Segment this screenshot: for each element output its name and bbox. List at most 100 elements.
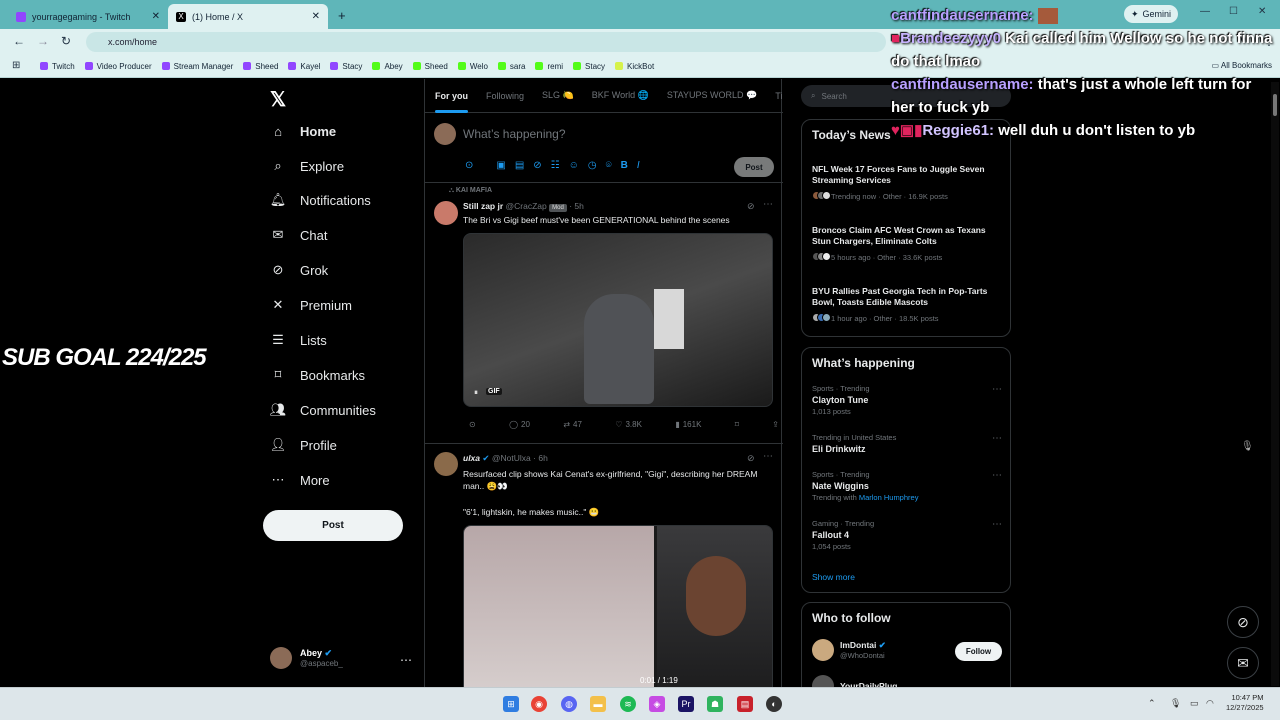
chevron-up-icon[interactable]: ⌃	[1148, 698, 1156, 709]
x-logo-icon[interactable]: 𝕏	[270, 87, 286, 112]
reply-button[interactable]: ◯ 20	[509, 420, 530, 429]
more-icon[interactable]: ⋯	[992, 433, 1002, 444]
bookmark[interactable]: sara	[497, 62, 525, 71]
display-icon[interactable]: ▭	[1190, 698, 1199, 709]
microphone-icon[interactable]: 🎙︎	[1241, 441, 1254, 452]
trend-item[interactable]: Sports · Trending Nate Wiggins Trending …	[812, 470, 1002, 502]
grok-icon[interactable]: ⊙	[465, 160, 473, 171]
repost-button[interactable]: ⇄ 47	[563, 420, 582, 429]
nav-lists[interactable]: ☰ Lists	[270, 332, 327, 348]
more-icon[interactable]: ⋯	[992, 519, 1002, 530]
pause-icon[interactable]: ⏸	[474, 388, 478, 398]
post-button[interactable]: Post	[263, 510, 403, 541]
nav-home[interactable]: ⌂ Home	[270, 123, 336, 139]
app-icon[interactable]: ◈	[649, 696, 665, 712]
tab-stayups-world[interactable]: STAYUPS WORLD 💬	[667, 90, 757, 101]
bookmark[interactable]: Video Producer	[84, 62, 152, 71]
browser-tab-x[interactable]: X (1) Home / X ✕	[168, 4, 328, 29]
nav-notifications[interactable]: 🔔︎ Notifications	[270, 192, 371, 208]
image-icon[interactable]: ▣	[496, 160, 505, 171]
account-more-icon[interactable]: ⋯	[400, 653, 412, 667]
grok-image-icon[interactable]: ⊘	[533, 160, 541, 171]
folder-icon[interactable]: ▬	[590, 696, 606, 712]
views-button[interactable]: ▮ 161K	[675, 420, 701, 429]
compose-post-button[interactable]: Post	[734, 157, 774, 177]
nav-premium[interactable]: ✕ Premium	[270, 297, 352, 313]
close-icon[interactable]: ✕	[152, 11, 160, 22]
nav-bookmarks[interactable]: ⌑ Bookmarks	[270, 367, 365, 383]
news-item[interactable]: BYU Rallies Past Georgia Tech in Pop-Tar…	[812, 286, 1002, 324]
wifi-icon[interactable]: ◠	[1206, 698, 1214, 709]
nav-chat[interactable]: ✉ Chat	[270, 227, 328, 243]
news-item[interactable]: NFL Week 17 Forces Fans to Juggle Seven …	[812, 164, 1002, 202]
nav-communities[interactable]: 👥︎ Communities	[270, 402, 376, 418]
tab-bkf-world[interactable]: BKF World 🌐	[592, 90, 649, 101]
bookmark[interactable]: Stacy	[330, 62, 362, 71]
grok-action-icon[interactable]: ⊙	[469, 420, 476, 429]
tab-following[interactable]: Following	[486, 91, 524, 101]
author-name[interactable]: Still zap jr	[463, 201, 503, 211]
emoji-icon[interactable]: ☺	[569, 160, 579, 171]
url-field[interactable]: x.com/home	[86, 32, 886, 52]
obs-icon[interactable]: ◐	[766, 696, 782, 712]
forward-icon[interactable]: →	[37, 34, 49, 48]
bookmark[interactable]: KickBot	[615, 62, 654, 71]
messages-fab[interactable]: ✉	[1227, 647, 1259, 679]
account-switcher[interactable]: Abey ✔ @aspaceb_	[270, 647, 343, 669]
author-name[interactable]: ulxa	[463, 453, 480, 463]
follow-button[interactable]: Follow	[955, 642, 1002, 661]
like-button[interactable]: ♡ 3.8K	[615, 420, 642, 429]
nav-more[interactable]: ⋯ More	[270, 472, 330, 488]
trend-item[interactable]: Trending in United States Eli Drinkwitz …	[812, 433, 1002, 454]
bookmark[interactable]: remi	[535, 62, 563, 71]
trend-item[interactable]: Sports · Trending Clayton Tune 1,013 pos…	[812, 384, 1002, 416]
more-icon[interactable]: ⋯	[992, 384, 1002, 395]
bookmark-icon[interactable]: ⌑	[735, 420, 739, 429]
tweet-time[interactable]: 5h	[574, 201, 583, 211]
start-icon[interactable]: ⊞	[503, 696, 519, 712]
news-item[interactable]: Broncos Claim AFC West Crown as Texans S…	[812, 225, 1002, 263]
tab-truncated[interactable]: Ti	[775, 91, 782, 101]
share-icon[interactable]: ⇪	[772, 420, 779, 429]
new-tab-icon[interactable]: +	[338, 8, 346, 23]
tweet-gif[interactable]: ⏸ GIF	[463, 233, 773, 407]
gif-icon[interactable]: ▤	[515, 160, 524, 171]
nav-explore[interactable]: ⌕ Explore	[270, 158, 344, 174]
bold-icon[interactable]: B	[621, 160, 628, 171]
tab-for-you[interactable]: For you	[435, 91, 468, 113]
premiere-icon[interactable]: Pr	[678, 696, 694, 712]
show-more-link[interactable]: Show more	[812, 572, 855, 582]
spotify-icon[interactable]: ≋	[620, 696, 636, 712]
trend-item[interactable]: Gaming · Trending Fallout 4 1,054 posts …	[812, 519, 1002, 551]
apps-grid-icon[interactable]: ⊞	[12, 60, 20, 71]
italic-icon[interactable]: I	[637, 160, 640, 171]
app-icon[interactable]: ☗	[707, 696, 723, 712]
bookmark[interactable]: Sheed	[412, 62, 448, 71]
more-icon[interactable]: ⋯	[763, 199, 773, 210]
tweet[interactable]: ulxa ✔ @NotUlxa · 6h ⊘ ⋯ Resurfaced clip…	[425, 444, 783, 687]
follow-suggestion[interactable]: ImDontai ✔ @WhoDontai Follow	[812, 639, 1002, 661]
tab-slg[interactable]: SLG 🍋	[542, 90, 574, 101]
bookmark[interactable]: Sheed	[243, 62, 278, 71]
more-icon[interactable]: ⋯	[992, 470, 1002, 481]
bookmark[interactable]: Twitch	[40, 62, 75, 71]
grok-icon[interactable]: ⊘	[747, 201, 755, 212]
microphone-icon[interactable]: 🎙︎	[1170, 698, 1181, 709]
browser-tab-twitch[interactable]: yourragegaming - Twitch ✕	[8, 4, 168, 29]
avatar[interactable]	[434, 201, 458, 225]
back-icon[interactable]: ←	[13, 34, 25, 48]
more-icon[interactable]: ⋯	[763, 451, 773, 462]
scrollbar[interactable]	[1271, 82, 1279, 686]
system-clock[interactable]: 10:47 PM 12/27/2025	[1226, 693, 1264, 713]
compose-input[interactable]: What’s happening?	[463, 127, 566, 141]
bookmark[interactable]: Stream Manager	[161, 62, 233, 71]
grok-fab[interactable]: ⊘	[1227, 606, 1259, 638]
bookmark[interactable]: Welo	[457, 62, 488, 71]
nav-profile[interactable]: 👤︎ Profile	[270, 437, 337, 453]
tweet-time[interactable]: 6h	[538, 453, 547, 463]
discord-icon[interactable]: ◍	[561, 696, 577, 712]
grok-icon[interactable]: ⊘	[747, 453, 755, 464]
nav-grok[interactable]: ⊘ Grok	[270, 262, 329, 278]
reload-icon[interactable]: ↻	[61, 34, 71, 48]
location-icon[interactable]: ⌾	[606, 160, 612, 171]
